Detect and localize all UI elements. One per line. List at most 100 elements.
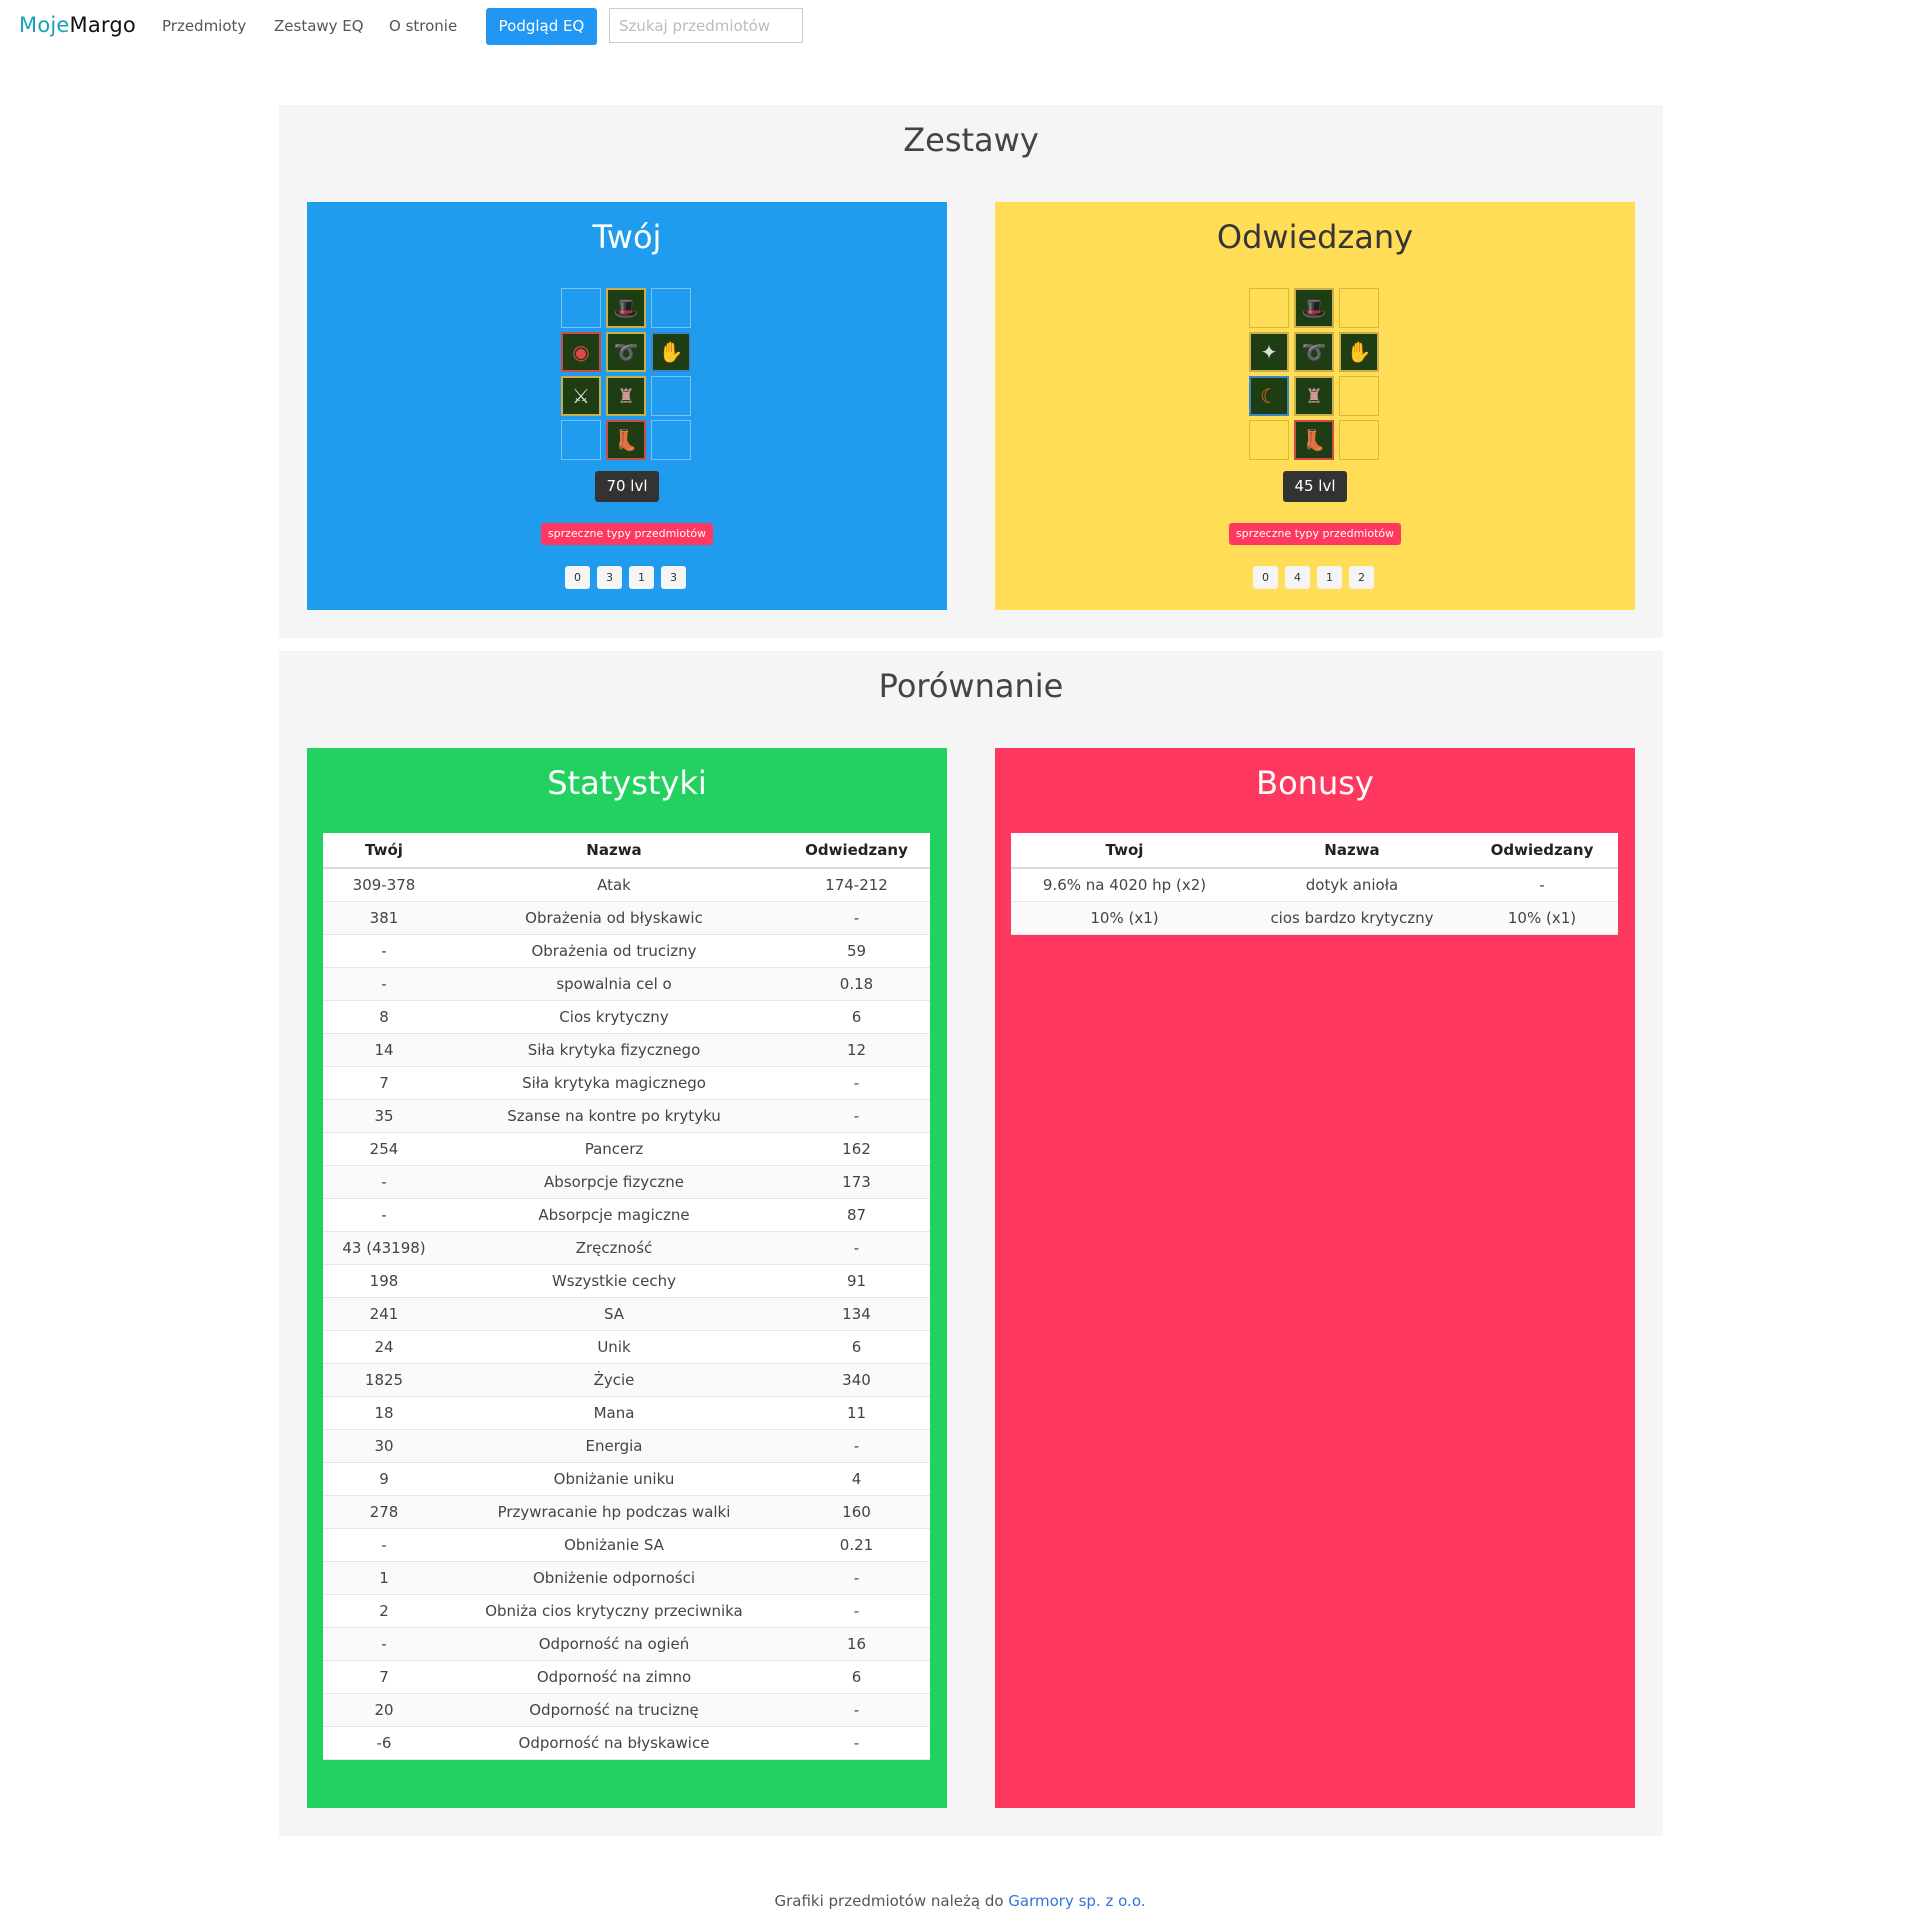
nav-link-eq-sets[interactable]: Zestawy EQ: [274, 17, 364, 35]
cell-name: Energia: [445, 1429, 783, 1463]
cell-name: Siła krytyka magicznego: [445, 1066, 783, 1100]
col-header-visited: Odwiedzany: [1466, 833, 1618, 869]
search-input[interactable]: [609, 8, 803, 43]
helmet-slot[interactable]: 🎩: [1294, 288, 1334, 328]
helmet-slot[interactable]: 🎩: [606, 288, 646, 328]
cell-name: Odporność na truciznę: [445, 1693, 783, 1727]
cell-name: Atak: [445, 868, 783, 902]
boots-slot[interactable]: 👢: [606, 420, 646, 460]
cell-yours: 254: [323, 1132, 445, 1166]
hat-icon: 🎩: [613, 296, 639, 320]
cell-visited: -: [783, 1726, 930, 1760]
cell-yours: 14: [323, 1033, 445, 1067]
necklace-slot[interactable]: ➰: [1294, 332, 1334, 372]
cell-name: Absorpcje magiczne: [445, 1198, 783, 1232]
cell-yours: 309-378: [323, 868, 445, 902]
necklace-icon: ➰: [613, 340, 639, 364]
cell-visited: -: [783, 1231, 930, 1265]
table-row: 254 Pancerz 162: [323, 1132, 930, 1166]
ring-icon: ◉: [572, 340, 590, 364]
empty-slot: [1339, 288, 1379, 328]
cell-name: Absorpcje fizyczne: [445, 1165, 783, 1199]
empty-slot: [1339, 420, 1379, 460]
cell-name: Wszystkie cechy: [445, 1264, 783, 1298]
table-row: 1825 Życie 340: [323, 1363, 930, 1397]
table-row: 24 Unik 6: [323, 1330, 930, 1364]
boots-slot[interactable]: 👢: [1294, 420, 1334, 460]
cell-yours: 18: [323, 1396, 445, 1430]
stats-title: Statystyki: [547, 764, 707, 802]
cell-yours: -: [323, 967, 445, 1001]
boots-icon: 👢: [613, 428, 639, 452]
table-row: 20 Odporność na truciznę -: [323, 1693, 930, 1727]
cell-name: Odporność na błyskawice: [445, 1726, 783, 1760]
cell-visited: 91: [783, 1264, 930, 1298]
ring-slot[interactable]: ◉: [561, 332, 601, 372]
cell-yours: 7: [323, 1660, 445, 1694]
cell-name: Obniżenie odporności: [445, 1561, 783, 1595]
your-equipment-grid: 🎩 ◉ ➰ ✋ ⚔ ♜ 👢: [561, 288, 693, 460]
cell-visited: 6: [783, 1000, 930, 1034]
cell-visited: 134: [783, 1297, 930, 1331]
cell-yours: -: [323, 1198, 445, 1232]
armor-slot[interactable]: ♜: [606, 376, 646, 416]
armor-slot[interactable]: ♜: [1294, 376, 1334, 416]
cell-name: Szanse na kontre po krytyku: [445, 1099, 783, 1133]
table-row: 1 Obniżenie odporności -: [323, 1561, 930, 1595]
table-row: 8 Cios krytyczny 6: [323, 1000, 930, 1034]
cell-name: cios bardzo krytyczny: [1238, 901, 1466, 935]
necklace-slot[interactable]: ➰: [606, 332, 646, 372]
bonuses-table-body: 9.6% na 4020 hp (x2) dotyk anioła -10% (x1…: [1011, 868, 1618, 935]
gloves-icon: ✋: [1346, 340, 1372, 364]
table-row: 381 Obrażenia od błyskawic -: [323, 901, 930, 935]
scythe-icon: ☾: [1260, 384, 1278, 408]
cell-yours: 43 (43198): [323, 1231, 445, 1265]
cell-name: Życie: [445, 1363, 783, 1397]
empty-slot: [1339, 376, 1379, 416]
weapon-slot[interactable]: ⚔: [561, 376, 601, 416]
cell-yours: 1825: [323, 1363, 445, 1397]
cell-yours: 9.6% na 4020 hp (x2): [1011, 868, 1238, 902]
cell-name: Obrażenia od błyskawic: [445, 901, 783, 935]
cell-yours: 10% (x1): [1011, 901, 1238, 935]
cell-visited: 87: [783, 1198, 930, 1232]
table-row: 241 SA 134: [323, 1297, 930, 1331]
cell-visited: -: [783, 1594, 930, 1628]
necklace-icon: ➰: [1301, 340, 1327, 364]
your-counter-0: 0: [565, 566, 590, 589]
footer-text: Grafiki przedmiotów należą do: [774, 1892, 1009, 1910]
armor-icon: ♜: [1305, 384, 1323, 408]
cell-yours: 198: [323, 1264, 445, 1298]
garmory-link[interactable]: Garmory sp. z o.o.: [1008, 1892, 1145, 1910]
cell-yours: 20: [323, 1693, 445, 1727]
your-counter-3: 3: [661, 566, 686, 589]
table-row: 30 Energia -: [323, 1429, 930, 1463]
ring-slot[interactable]: ✦: [1249, 332, 1289, 372]
gloves-slot[interactable]: ✋: [1339, 332, 1379, 372]
cell-name: dotyk anioła: [1238, 868, 1466, 902]
visited-conflicting-types-button[interactable]: sprzeczne typy przedmiotów: [1229, 523, 1401, 545]
your-set-card: Twój 🎩 ◉ ➰ ✋ ⚔ ♜ 👢 70 lvl sprzeczne typy…: [307, 202, 947, 610]
your-conflicting-types-button[interactable]: sprzeczne typy przedmiotów: [541, 523, 713, 545]
brand-part1: Moje: [19, 13, 70, 37]
cell-yours: 24: [323, 1330, 445, 1364]
col-header-name: Nazwa: [445, 833, 783, 869]
empty-slot: [651, 420, 691, 460]
gloves-slot[interactable]: ✋: [651, 332, 691, 372]
visited-counter-0: 0: [1253, 566, 1278, 589]
cell-yours: -: [323, 1528, 445, 1562]
brand-logo[interactable]: MojeMargo: [19, 13, 136, 37]
comparison-section-title: Porównanie: [878, 667, 1064, 705]
cell-visited: 6: [783, 1660, 930, 1694]
bonuses-table: Twoj Nazwa Odwiedzany 9.6% na 4020 hp (x…: [1011, 833, 1618, 935]
eq-preview-button[interactable]: Podgląd EQ: [486, 8, 597, 45]
nav-link-about[interactable]: O stronie: [389, 17, 457, 35]
cell-yours: 241: [323, 1297, 445, 1331]
nav-link-items[interactable]: Przedmioty: [162, 17, 246, 35]
cell-name: Obniżanie uniku: [445, 1462, 783, 1496]
navbar: MojeMargo Przedmioty Zestawy EQ O stroni…: [0, 0, 1920, 55]
table-row: 309-378 Atak 174-212: [323, 868, 930, 902]
your-counter-1: 3: [597, 566, 622, 589]
sets-section-title: Zestawy: [903, 121, 1039, 159]
weapon-slot[interactable]: ☾: [1249, 376, 1289, 416]
